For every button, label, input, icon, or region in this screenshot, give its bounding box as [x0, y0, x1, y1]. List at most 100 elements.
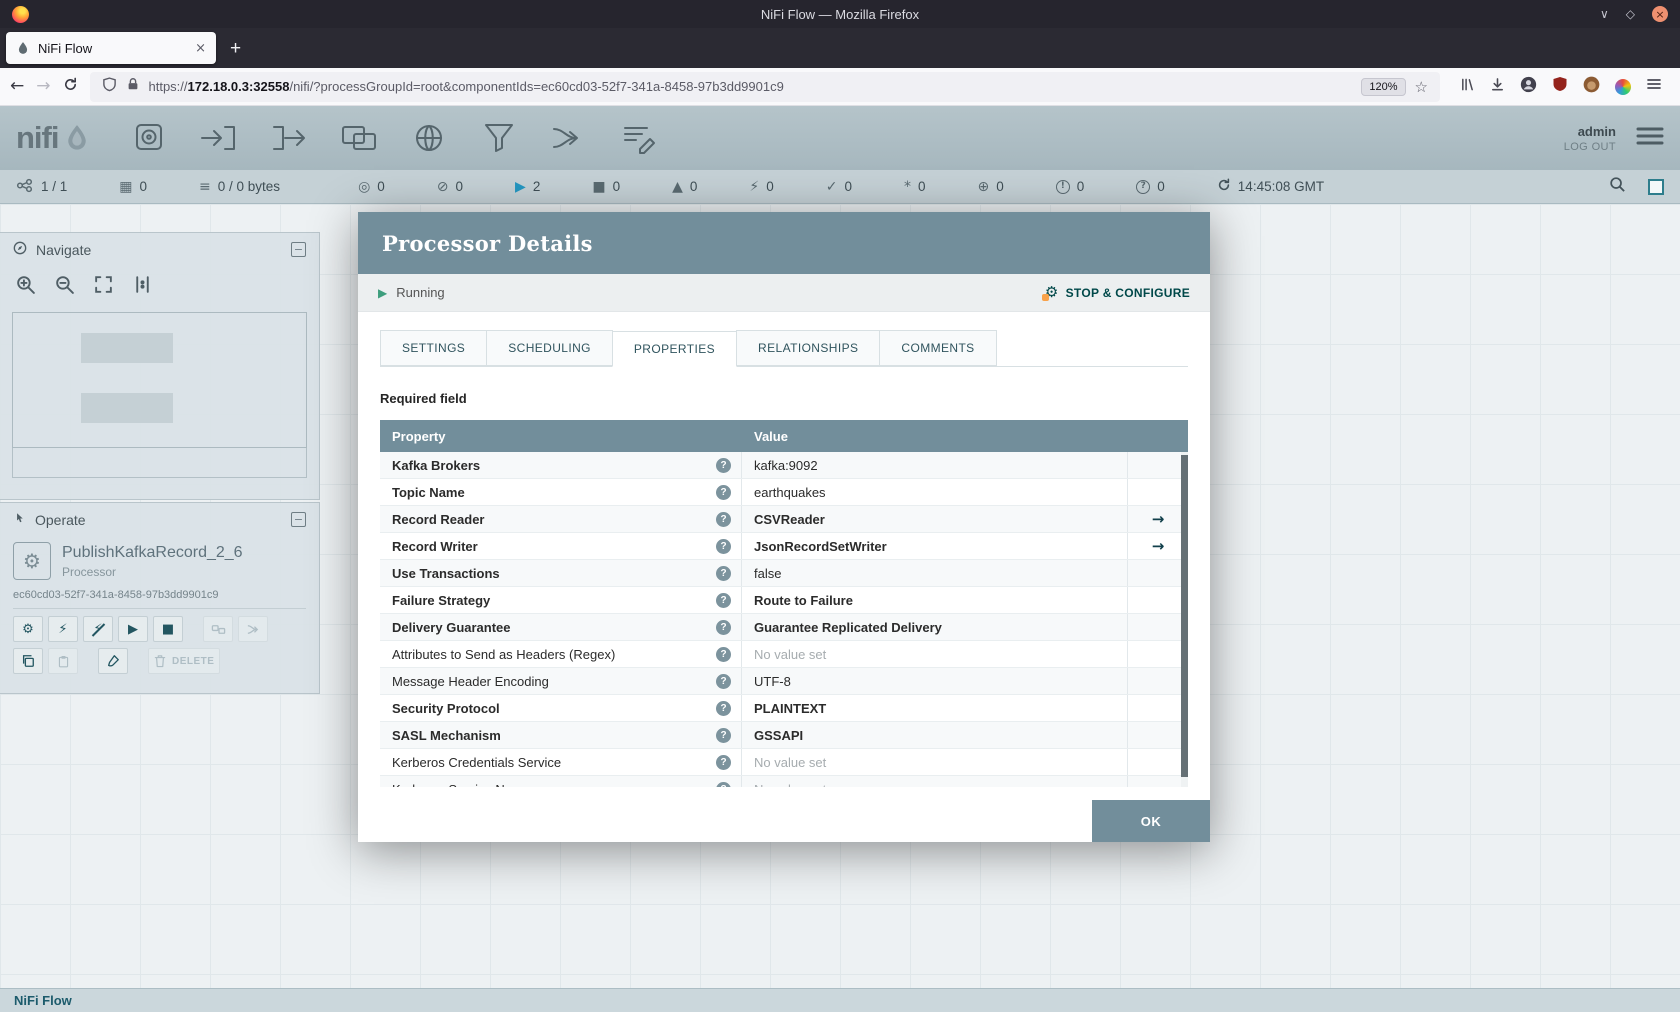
lock-icon[interactable]: [126, 77, 140, 96]
table-row[interactable]: Use Transactions? false: [380, 560, 1188, 587]
property-value[interactable]: GSSAPI: [754, 728, 803, 743]
stop-button[interactable]: ■: [153, 616, 183, 642]
url-text[interactable]: https://172.18.0.3:32558/nifi/?processGr…: [149, 79, 1353, 94]
zoom-indicator[interactable]: 120%: [1361, 77, 1406, 96]
processor-icon[interactable]: [127, 116, 171, 160]
property-value[interactable]: No value set: [754, 782, 826, 788]
remote-process-group-icon[interactable]: [407, 116, 451, 160]
go-to-service-icon[interactable]: →: [1152, 510, 1165, 528]
funnel-icon[interactable]: [477, 116, 521, 160]
tab-scheduling[interactable]: SCHEDULING: [486, 330, 613, 366]
table-row[interactable]: Kerberos Credentials Service? No value s…: [380, 749, 1188, 776]
table-row[interactable]: SASL Mechanism? GSSAPI: [380, 722, 1188, 749]
tab-comments[interactable]: COMMENTS: [879, 330, 997, 366]
disable-button[interactable]: ⚡: [83, 616, 113, 642]
zoom-fit-icon[interactable]: [93, 274, 114, 300]
breadcrumb[interactable]: NiFi Flow: [14, 993, 72, 1008]
table-row[interactable]: Delivery Guarantee? Guarantee Replicated…: [380, 614, 1188, 641]
ublock-extension-icon[interactable]: [1552, 76, 1568, 97]
property-value[interactable]: CSVReader: [754, 512, 825, 527]
copy-button[interactable]: [13, 648, 43, 674]
table-row[interactable]: Record Writer? JsonRecordSetWriter →: [380, 533, 1188, 560]
property-value[interactable]: false: [754, 566, 781, 581]
configure-button[interactable]: ⚙: [13, 616, 43, 642]
delete-button[interactable]: DELETE: [148, 648, 221, 674]
collapse-icon[interactable]: −: [291, 242, 306, 257]
collapse-icon[interactable]: −: [291, 512, 306, 527]
table-row[interactable]: Record Reader? CSVReader →: [380, 506, 1188, 533]
table-row[interactable]: Kerberos Service Name? No value set: [380, 776, 1188, 787]
help-icon[interactable]: ?: [716, 484, 731, 500]
search-icon[interactable]: [1609, 176, 1626, 198]
input-port-icon[interactable]: [197, 116, 241, 160]
ok-button[interactable]: OK: [1092, 800, 1210, 842]
help-icon[interactable]: ?: [716, 700, 731, 716]
panel-toggle-icon[interactable]: [1648, 178, 1664, 195]
paste-button[interactable]: [48, 648, 78, 674]
output-port-icon[interactable]: [267, 116, 311, 160]
help-icon[interactable]: ?: [716, 565, 731, 581]
account-icon[interactable]: [1520, 76, 1537, 98]
browser-tab[interactable]: NiFi Flow ×: [6, 32, 216, 64]
table-row[interactable]: Message Header Encoding? UTF-8: [380, 668, 1188, 695]
change-color-button[interactable]: [98, 648, 128, 674]
table-row[interactable]: Failure Strategy? Route to Failure: [380, 587, 1188, 614]
help-icon[interactable]: ?: [716, 592, 731, 608]
property-value[interactable]: Guarantee Replicated Delivery: [754, 620, 942, 635]
library-icon[interactable]: [1460, 77, 1475, 97]
global-menu-icon[interactable]: [1636, 125, 1664, 152]
window-minimize-button[interactable]: ∨: [1600, 7, 1609, 21]
table-scrollbar[interactable]: [1181, 452, 1188, 787]
group-button[interactable]: [203, 616, 233, 642]
new-tab-button[interactable]: +: [220, 39, 251, 58]
go-to-service-icon[interactable]: →: [1152, 537, 1165, 555]
window-close-button[interactable]: ×: [1652, 6, 1668, 22]
property-value[interactable]: PLAINTEXT: [754, 701, 826, 716]
enable-button[interactable]: ⚡: [48, 616, 78, 642]
birdseye-minimap[interactable]: [12, 312, 307, 478]
property-value[interactable]: earthquakes: [754, 485, 826, 500]
help-icon[interactable]: ?: [716, 754, 731, 770]
forward-icon[interactable]: →: [36, 78, 50, 95]
property-value[interactable]: No value set: [754, 647, 826, 662]
pinwheel-extension-icon[interactable]: [1615, 78, 1631, 95]
help-icon[interactable]: ?: [716, 511, 731, 527]
zoom-in-icon[interactable]: [15, 274, 36, 300]
zoom-actual-icon[interactable]: [132, 274, 153, 300]
help-icon[interactable]: ?: [716, 646, 731, 662]
property-value[interactable]: kafka:9092: [754, 458, 818, 473]
help-icon[interactable]: ?: [716, 727, 731, 743]
zoom-out-icon[interactable]: [54, 274, 75, 300]
table-row[interactable]: Topic Name? earthquakes: [380, 479, 1188, 506]
start-button[interactable]: ▶: [118, 616, 148, 642]
tab-close-icon[interactable]: ×: [195, 41, 206, 56]
scrollbar-thumb[interactable]: [1181, 455, 1188, 777]
property-value[interactable]: No value set: [754, 755, 826, 770]
help-icon[interactable]: ?: [716, 457, 731, 473]
operate-panel-header[interactable]: Operate −: [0, 503, 319, 536]
table-row[interactable]: Attributes to Send as Headers (Regex)? N…: [380, 641, 1188, 668]
property-value[interactable]: Route to Failure: [754, 593, 853, 608]
property-value[interactable]: JsonRecordSetWriter: [754, 539, 887, 554]
table-row[interactable]: Security Protocol? PLAINTEXT: [380, 695, 1188, 722]
refresh-icon[interactable]: [1217, 178, 1231, 195]
back-icon[interactable]: ←: [10, 78, 24, 95]
help-icon[interactable]: ?: [716, 619, 731, 635]
logout-link[interactable]: LOG OUT: [1564, 141, 1616, 153]
help-icon[interactable]: ?: [716, 538, 731, 554]
window-maximize-button[interactable]: ◇: [1626, 7, 1635, 21]
stop-and-configure-button[interactable]: ⚙ STOP & CONFIGURE: [1041, 285, 1190, 301]
url-bar[interactable]: https://172.18.0.3:32558/nifi/?processGr…: [89, 71, 1440, 102]
reload-icon[interactable]: [63, 77, 78, 96]
bookmark-star-icon[interactable]: ☆: [1415, 78, 1428, 96]
flow-canvas[interactable]: Navigate − Operate − ⚙ PublishKafkaRecor…: [0, 204, 1680, 988]
table-row[interactable]: Kafka Brokers? kafka:9092: [380, 452, 1188, 479]
menu-icon[interactable]: [1646, 76, 1662, 97]
tab-settings[interactable]: SETTINGS: [380, 330, 488, 366]
downloads-icon[interactable]: [1490, 77, 1505, 97]
help-icon[interactable]: ?: [716, 673, 731, 689]
help-icon[interactable]: ?: [716, 781, 731, 787]
template-icon[interactable]: [547, 116, 591, 160]
tab-relationships[interactable]: RELATIONSHIPS: [736, 330, 881, 366]
monkey-extension-icon[interactable]: [1583, 76, 1600, 98]
